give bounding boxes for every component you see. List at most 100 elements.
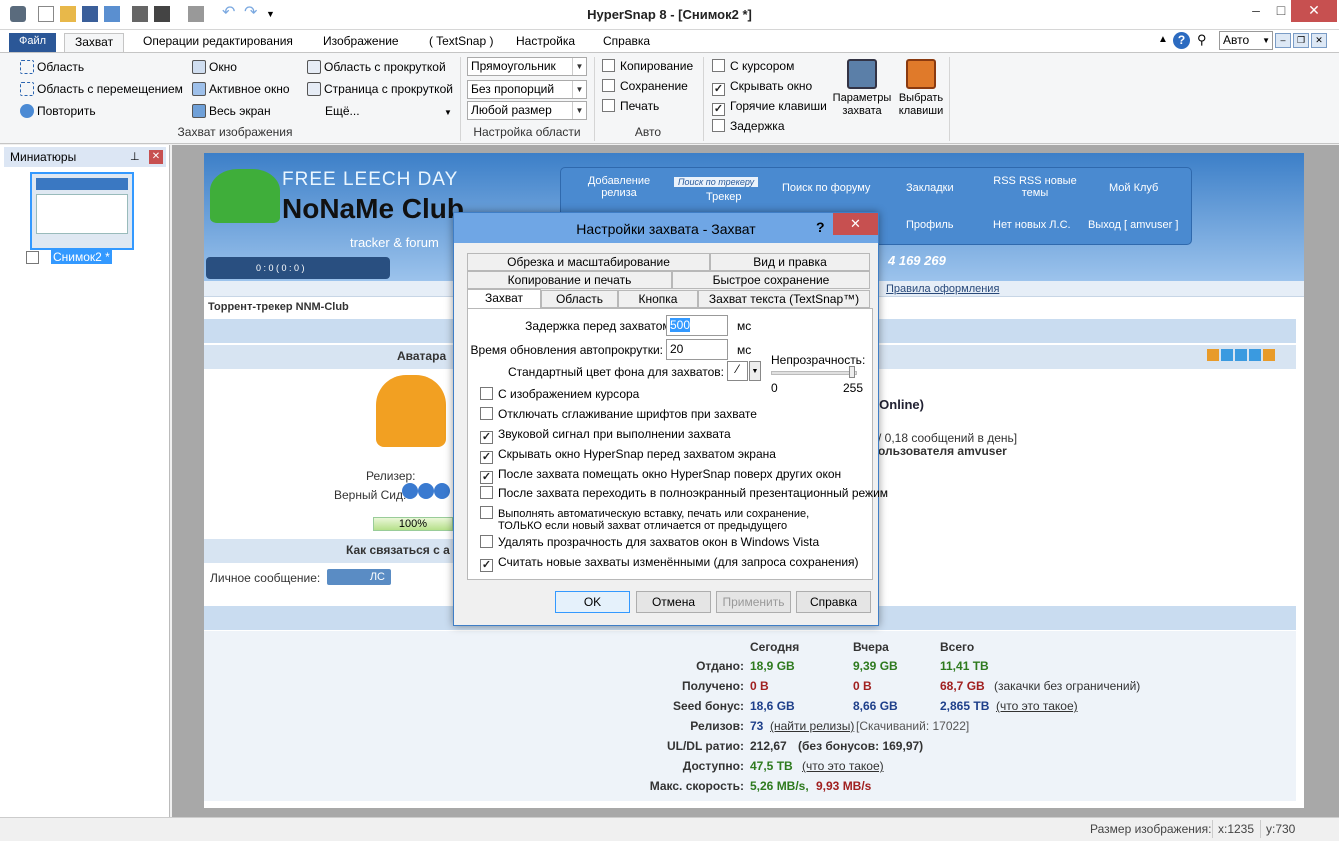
hotkeys-icon	[906, 59, 936, 89]
help-button[interactable]: Справка	[796, 591, 871, 613]
zoom-select[interactable]: Авто ▼	[1219, 31, 1273, 50]
doc-restore-button[interactable]: ❐	[1293, 33, 1309, 48]
rules-link[interactable]: Правила оформления	[886, 283, 999, 295]
pin-icon[interactable]: ⊥	[130, 147, 140, 167]
capture-full-screen-button[interactable]: Весь экран	[192, 104, 271, 118]
refresh-input[interactable]: 20	[666, 339, 728, 360]
option-checkbox[interactable]: ✓ Скрывать окно HyperSnap перед захватом …	[480, 447, 776, 464]
nav-profile[interactable]: Профиль	[906, 219, 954, 231]
delay-input[interactable]: 500	[666, 315, 728, 336]
option-checkbox[interactable]: ✓ После захвата помещать окно HyperSnap п…	[480, 467, 841, 484]
opacity-thumb[interactable]	[849, 366, 855, 378]
label: Скрывать окно	[730, 79, 813, 93]
option-checkbox[interactable]: Отключать сглаживание шрифтов при захват…	[480, 407, 757, 421]
more-dropdown-icon[interactable]: ▼	[444, 108, 452, 117]
cancel-button[interactable]: Отмена	[636, 591, 711, 613]
delay-checkbox[interactable]: Задержка	[712, 119, 785, 133]
search-icon[interactable]: ⚲	[1197, 32, 1207, 48]
tab-image[interactable]: Изображение	[313, 33, 409, 52]
nav-add-release[interactable]: Добавление релиза	[584, 175, 654, 199]
hotkeys-checkbox[interactable]: ✓ Горячие клавиши	[712, 99, 827, 116]
auto-print-checkbox[interactable]: Печать	[602, 99, 659, 113]
option-checkbox[interactable]: ✓ Звуковой сигнал при выполнении захвата	[480, 427, 731, 444]
nav-logout[interactable]: Выход [ amvuser ]	[1088, 219, 1178, 231]
audio-player[interactable]: 0 : 0 ( 0 : 0 )	[206, 257, 390, 279]
with-cursor-checkbox[interactable]: С курсором	[712, 59, 794, 73]
tab-area[interactable]: Область	[541, 290, 618, 308]
thumbnail-checkbox[interactable]	[26, 251, 39, 264]
help-icon[interactable]: ?	[1173, 32, 1190, 49]
nav-tracker[interactable]: Трекер	[706, 191, 742, 203]
color-dropdown-icon[interactable]: ▼	[749, 361, 761, 381]
stat-link[interactable]: (что это такое)	[996, 699, 1078, 713]
option-checkbox[interactable]: С изображением курсора	[480, 387, 639, 401]
shape-select[interactable]: Прямоугольник ▼	[467, 57, 587, 76]
tab-copy-print[interactable]: Копирование и печать	[467, 271, 672, 289]
eyedropper-icon[interactable]: ⁄	[727, 361, 748, 381]
nav-search-tracker[interactable]: Поиск по трекеру	[674, 177, 759, 187]
nav-bookmarks[interactable]: Закладки	[906, 182, 954, 194]
doc-close-button[interactable]: ✕	[1311, 33, 1327, 48]
thumbnail-image[interactable]	[30, 172, 134, 250]
ok-button[interactable]: OK	[555, 591, 630, 613]
capture-window-button[interactable]: Окно	[192, 60, 237, 74]
close-button[interactable]: ✕	[1291, 0, 1337, 22]
doc-minimize-button[interactable]: –	[1275, 33, 1291, 48]
capture-active-window-button[interactable]: Активное окно	[192, 82, 290, 96]
hide-window-checkbox[interactable]: ✓ Скрывать окно	[712, 79, 812, 96]
tab-textsnap[interactable]: ( TextSnap )	[419, 33, 503, 52]
auto-save-checkbox[interactable]: Сохранение	[602, 79, 688, 93]
tab-edit[interactable]: Операции редактирования	[133, 33, 303, 52]
close-pane-icon[interactable]: ✕	[149, 150, 163, 164]
proportions-select[interactable]: Без пропорций ▼	[467, 80, 587, 99]
opacity-slider[interactable]	[771, 371, 857, 375]
option-checkbox[interactable]: ✓ Считать новые захваты изменёнными (для …	[480, 555, 859, 572]
checkbox-checked: ✓	[480, 559, 493, 572]
option-checkbox[interactable]: Выполнять автоматическую вставку, печать…	[480, 506, 809, 532]
checkbox	[480, 506, 493, 519]
option-checkbox[interactable]: Удалять прозрачность для захватов окон в…	[480, 535, 819, 549]
thumbnail-label[interactable]: Снимок2 *	[51, 250, 112, 264]
pm-button[interactable]: ЛС	[327, 569, 391, 585]
progress-bar: 100%	[373, 517, 453, 531]
tab-file[interactable]: Файл	[9, 33, 57, 52]
tab-crop-scale[interactable]: Обрезка и масштабирование	[467, 253, 710, 271]
option-checkbox[interactable]: После захвата переходить в полноэкранный…	[480, 486, 888, 500]
available-link[interactable]: (что это такое)	[802, 759, 884, 773]
label: Область с перемещением	[37, 82, 183, 96]
repeat-button[interactable]: Повторить	[20, 104, 96, 118]
tab-text-capture[interactable]: Захват текста (TextSnap™)	[698, 290, 870, 308]
nav-no-messages[interactable]: Нет новых Л.С.	[993, 219, 1071, 231]
tab-button[interactable]: Кнопка	[618, 290, 698, 308]
capture-area-move-button[interactable]: Область с перемещением	[20, 82, 183, 96]
opacity-min: 0	[771, 381, 778, 395]
tab-help[interactable]: Справка	[593, 33, 660, 52]
find-releases-link[interactable]: (найти релизы)	[770, 719, 854, 733]
size-select[interactable]: Любой размер ▼	[467, 101, 587, 120]
tab-capture[interactable]: Захват	[467, 289, 541, 309]
stat-label: Отдано:	[696, 659, 744, 673]
capture-params-button[interactable]: Параметры захвата	[829, 59, 895, 125]
tab-settings[interactable]: Настройка	[506, 33, 585, 52]
choose-hotkeys-button[interactable]: Выбрать клавиши	[895, 59, 947, 125]
capture-scroll-area-button[interactable]: Область с прокруткой	[307, 60, 446, 74]
tab-quick-save[interactable]: Быстрое сохранение	[672, 271, 870, 289]
capture-area-button[interactable]: Область	[20, 60, 84, 74]
stat-value: 0 B	[750, 679, 769, 693]
breadcrumb[interactable]: Торрент-трекер NNM-Club	[208, 301, 349, 313]
nav-search-forum[interactable]: Поиск по форуму	[782, 182, 870, 194]
collapse-ribbon-icon[interactable]: ▲	[1158, 34, 1168, 45]
group-separator	[460, 57, 461, 141]
nav-rss[interactable]: RSS RSS новые темы	[990, 175, 1080, 199]
auto-copy-checkbox[interactable]: Копирование	[602, 59, 693, 73]
capture-scroll-page-button[interactable]: Страница с прокруткой	[307, 82, 453, 96]
tab-capture[interactable]: Захват	[64, 33, 125, 52]
share-icons[interactable]	[1207, 349, 1289, 361]
apply-button[interactable]: Применить	[716, 591, 791, 613]
nav-my-club[interactable]: Мой Клуб	[1109, 182, 1158, 194]
dialog-help-button[interactable]: ?	[816, 219, 825, 235]
dialog-close-button[interactable]: ✕	[833, 213, 878, 235]
proportions-value: Без пропорций	[471, 82, 555, 96]
tab-view-edit[interactable]: Вид и правка	[710, 253, 870, 271]
more-capture-button[interactable]: Ещё...	[325, 104, 360, 118]
